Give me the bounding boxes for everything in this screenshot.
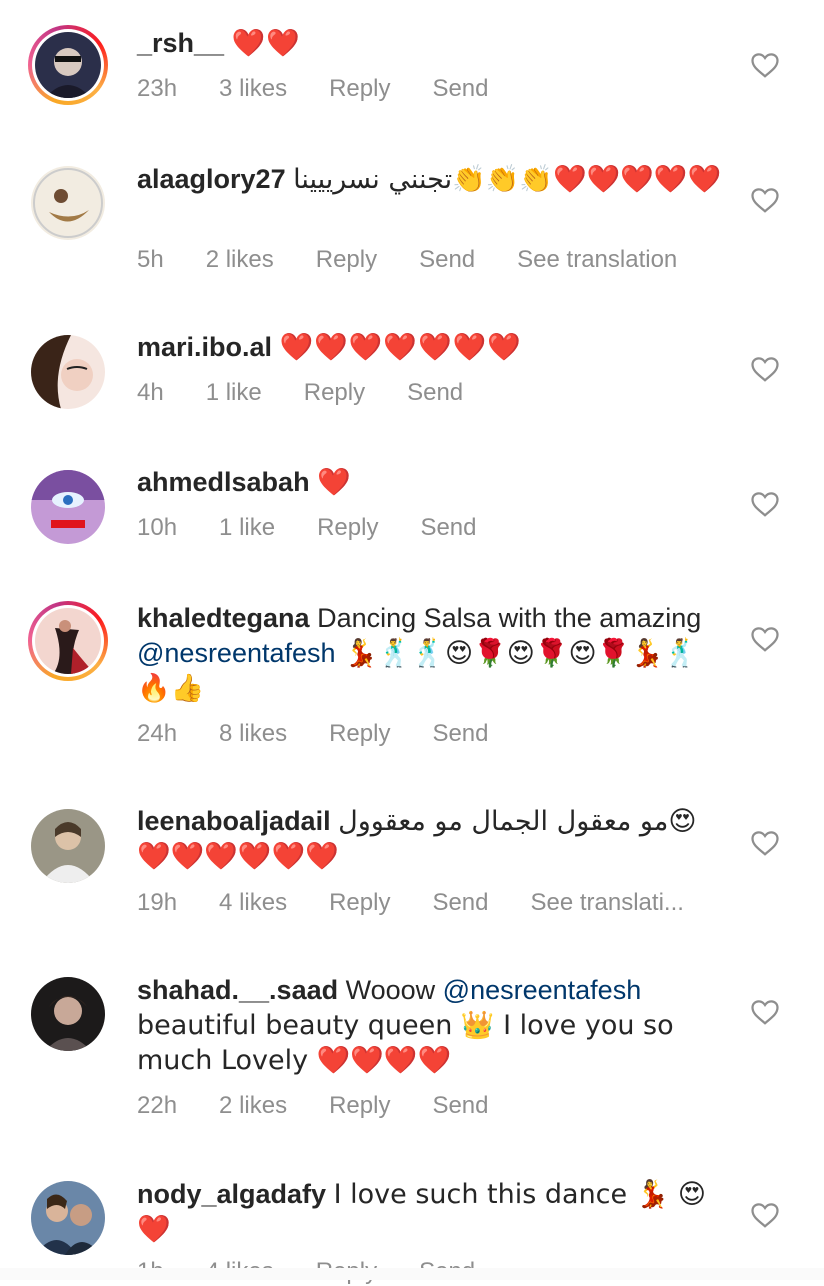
comment-meta: 4h 1 like Reply Send [137,379,505,407]
comment-time: 19h [137,889,178,916]
avatar-image [31,470,105,544]
avatar[interactable] [28,1178,108,1258]
send-button[interactable]: Send [420,514,476,542]
heart-outline-icon[interactable] [750,625,780,653]
reply-button[interactable]: Reply [329,720,390,748]
avatar [35,32,101,98]
comment-meta: 23h 3 likes Reply Send [137,75,531,103]
reply-button[interactable]: Reply [317,514,378,542]
comment-meta: 22h 2 likes Reply Send [137,1092,531,1120]
comment-likes[interactable]: 8 likes [219,720,287,748]
heart-outline-icon[interactable] [750,1201,780,1229]
comment-text: ahmedlsabah ❤️ [137,465,727,500]
heart-outline-icon[interactable] [750,829,780,857]
comment-time: 24h [137,720,178,747]
comment-username[interactable]: ahmedlsabah [137,467,310,497]
mention-link[interactable]: @nesreentafesh [443,975,642,1005]
send-button[interactable]: Send [432,75,488,103]
comment-text: _rsh__ ❤️❤️ [137,26,727,61]
reply-button[interactable]: Reply [329,1092,390,1120]
see-translation-button[interactable]: See translati... [531,889,684,917]
comment-emojis: beautiful beauty queen 👑 I love you so m… [137,1010,674,1076]
see-translation-button[interactable]: See translation [517,246,677,274]
send-button[interactable]: Send [419,246,475,274]
heart-outline-icon[interactable] [750,186,780,214]
avatar-image [31,809,105,883]
bottom-edge [0,1268,824,1280]
comment-body: Wooow [345,975,443,1005]
comment-likes[interactable]: 2 likes [206,246,274,274]
comment-likes[interactable]: 2 likes [219,1092,287,1120]
comment-likes[interactable]: 4 likes [219,889,287,917]
heart-outline-icon[interactable] [750,998,780,1026]
reply-button[interactable]: Reply [329,75,390,103]
comment-body: ❤️❤️❤️❤️❤️❤️❤️ [279,332,522,363]
avatar-image [31,977,105,1051]
avatar-ring-gap [32,29,104,101]
comment-username[interactable]: khaledtegana [137,603,310,633]
reply-button[interactable]: Reply [329,889,390,917]
comment-likes[interactable]: 1 like [206,379,262,407]
comment-text: mari.ibo.al ❤️❤️❤️❤️❤️❤️❤️ [137,330,727,365]
avatar-story-ring[interactable] [28,601,108,681]
send-button[interactable]: Send [432,1092,488,1120]
comment-meta: 10h 1 like Reply Send [137,514,519,542]
comment-text: alaaglory27 تجنني نسرييينا👏👏👏❤️❤️❤️❤️❤️ [137,162,727,197]
avatar-ring-gap [32,605,104,677]
avatar[interactable] [28,806,108,886]
comment-text: leenaboaljadail مو معقول الجمال مو معقوو… [137,804,727,874]
comment-body: تجنني نسرييينا👏👏👏❤️❤️❤️❤️❤️ [293,164,722,195]
comment-time: 22h [137,1092,178,1119]
avatar[interactable] [28,974,108,1054]
comment-username[interactable]: nody_algadafy [137,1179,326,1209]
comment-meta: 19h 4 likes Reply Send See translati... [137,889,726,917]
mention-link[interactable]: @nesreentafesh [137,638,336,668]
comment-text: khaledtegana Dancing Salsa with the amaz… [137,601,727,706]
send-button[interactable]: Send [432,720,488,748]
comment-username[interactable]: mari.ibo.al [137,332,272,362]
comment-body: ❤️❤️ [231,28,301,59]
comment-username[interactable]: shahad.__.saad [137,975,338,1005]
comment-likes[interactable]: 1 like [219,514,275,542]
comment-time: 4h [137,379,164,406]
avatar[interactable] [28,467,108,547]
send-button[interactable]: Send [407,379,463,407]
comment-username[interactable]: _rsh__ [137,28,224,58]
comment-meta: 24h 8 likes Reply Send [137,720,531,748]
avatar-image [31,335,105,409]
heart-outline-icon[interactable] [750,355,780,383]
avatar[interactable] [28,163,108,243]
comment-meta: 5h 2 likes Reply Send See translation [137,246,719,274]
avatar-image [31,1181,105,1255]
avatar[interactable] [28,332,108,412]
heart-outline-icon[interactable] [750,51,780,79]
reply-button[interactable]: Reply [304,379,365,407]
heart-outline-icon[interactable] [750,490,780,518]
comment-likes[interactable]: 3 likes [219,75,287,103]
comment-text: nody_algadafy I love such this dance 💃 😍… [137,1177,727,1247]
comment-text: shahad.__.saad Wooow @nesreentafesh beau… [137,973,727,1078]
avatar-image [31,166,105,240]
comment-body: Dancing Salsa with the amazing [317,603,702,633]
comment-body: ❤️ [317,467,352,498]
comment-time: 23h [137,75,178,102]
comment-username[interactable]: alaaglory27 [137,164,286,194]
comment-username[interactable]: leenaboaljadail [137,806,331,836]
comment-time: 10h [137,514,178,541]
avatar [35,608,101,674]
comment-time: 5h [137,246,164,273]
avatar-story-ring[interactable] [28,25,108,105]
send-button[interactable]: Send [432,889,488,917]
reply-button[interactable]: Reply [316,246,377,274]
